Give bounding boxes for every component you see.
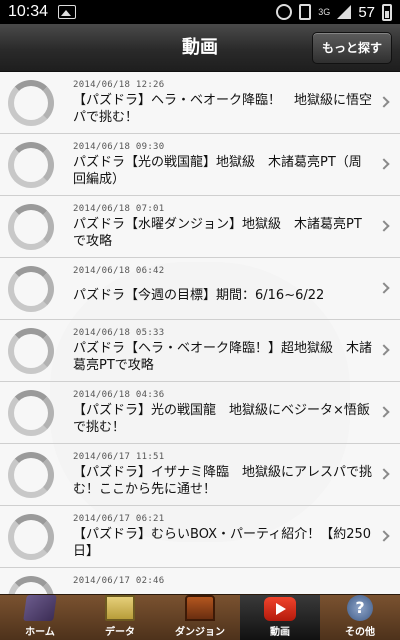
- loading-thumbnail-icon: [8, 142, 54, 188]
- loading-thumbnail-icon: [8, 80, 54, 126]
- loading-thumbnail-icon: [8, 204, 54, 250]
- app-header: 動画 もっと探す: [0, 24, 400, 72]
- more-search-button[interactable]: もっと探す: [311, 32, 392, 64]
- video-title: パズドラ【今週の目標】期間：6/16~6/22: [73, 288, 325, 303]
- chevron-right-icon: [378, 220, 390, 232]
- video-list-item[interactable]: 2014/06/18 05:33 パズドラ【ヘラ・ベオーク降臨！】超地獄級 木諸…: [0, 320, 400, 382]
- network-type-label: 3G: [318, 7, 331, 17]
- bottom-tab-bar: ホーム データ ダンジョン 動画 ? その他: [0, 594, 400, 640]
- chevron-right-icon: [378, 344, 390, 356]
- video-list[interactable]: 2014/06/18 12:26 【パズドラ】ヘラ・ベオーク降臨！ 地獄級に悟空…: [0, 72, 400, 594]
- video-date: 2014/06/18 09:30: [73, 142, 165, 152]
- battery-percent: 57: [358, 3, 375, 21]
- loading-thumbnail-icon: [8, 514, 54, 560]
- video-title: 【パズドラ】イザナミ降臨 地獄級にアレスパで挑む！ここから先に通せ！: [73, 465, 373, 497]
- video-date: 2014/06/18 12:26: [73, 80, 165, 90]
- tab-label: データ: [105, 627, 135, 638]
- tab-data[interactable]: データ: [80, 595, 160, 640]
- chevron-right-icon: [378, 468, 390, 480]
- chevron-right-icon: [378, 530, 390, 542]
- alarm-icon: [276, 4, 293, 20]
- video-list-item[interactable]: 2014/06/18 09:30 パズドラ【光の戦国龍】地獄級 木諸葛亮PT（周…: [0, 134, 400, 196]
- video-title: パズドラ【光の戦国龍】地獄級 木諸葛亮PT（周回編成）: [73, 155, 362, 187]
- video-list-item[interactable]: 2014/06/17 11:51 【パズドラ】イザナミ降臨 地獄級にアレスパで挑…: [0, 444, 400, 506]
- video-title: 【パズドラ】ヘラ・ベオーク降臨！ 地獄級に悟空パで挑む！: [73, 93, 373, 125]
- video-title: パズドラ【水曜ダンジョン】地獄級 木諸葛亮PTで攻略: [73, 217, 362, 249]
- chevron-right-icon: [378, 158, 390, 170]
- loading-thumbnail-icon: [8, 266, 54, 312]
- tab-video[interactable]: 動画: [240, 595, 320, 640]
- signal-icon: [337, 5, 352, 19]
- tab-home[interactable]: ホーム: [0, 595, 80, 640]
- video-date: 2014/06/17 06:21: [73, 514, 165, 524]
- video-title: 【パズドラ】むらいBOX・パーティ紹介！【約250日】: [73, 527, 372, 559]
- loading-thumbnail-icon: [8, 328, 54, 374]
- loading-thumbnail-icon: [8, 390, 54, 436]
- status-time: 10:34: [8, 3, 49, 20]
- video-list-item[interactable]: 2014/06/18 06:42 パズドラ【今週の目標】期間：6/16~6/22: [0, 258, 400, 320]
- video-list-item[interactable]: 2014/06/18 07:01 パズドラ【水曜ダンジョン】地獄級 木諸葛亮PT…: [0, 196, 400, 258]
- video-title: 【パズドラ】光の戦国龍 地獄級にベジータ×悟飯で挑む！: [73, 403, 370, 435]
- chevron-right-icon: [378, 96, 390, 108]
- other-icon: ?: [347, 595, 373, 621]
- battery-icon: [382, 3, 392, 21]
- video-list-item[interactable]: 2014/06/17 06:21 【パズドラ】むらいBOX・パーティ紹介！【約2…: [0, 506, 400, 568]
- video-date: 2014/06/18 04:36: [73, 390, 165, 400]
- chevron-right-icon: [378, 282, 390, 294]
- image-notification-icon: [58, 5, 77, 19]
- video-list-item[interactable]: 2014/06/17 02:46: [0, 568, 400, 594]
- tab-dungeon[interactable]: ダンジョン: [160, 595, 240, 640]
- video-date: 2014/06/17 11:51: [73, 452, 165, 462]
- tab-other[interactable]: ? その他: [320, 595, 400, 640]
- tab-label: その他: [345, 627, 375, 638]
- video-list-item[interactable]: 2014/06/18 04:36 【パズドラ】光の戦国龍 地獄級にベジータ×悟飯…: [0, 382, 400, 444]
- tab-label: ダンジョン: [175, 627, 225, 638]
- video-date: 2014/06/18 05:33: [73, 328, 165, 338]
- tab-label: ホーム: [25, 627, 55, 638]
- status-bar: 10:34 3G 57: [0, 0, 400, 24]
- video-date: 2014/06/18 06:42: [73, 266, 165, 276]
- video-icon: [264, 597, 296, 621]
- video-title: パズドラ【ヘラ・ベオーク降臨！】超地獄級 木諸葛亮PTで攻略: [73, 341, 373, 373]
- vibrate-icon: [299, 4, 312, 20]
- chevron-right-icon: [378, 406, 390, 418]
- status-icons: 3G 57: [276, 3, 392, 21]
- loading-thumbnail-icon: [8, 452, 54, 498]
- dungeon-icon: [185, 595, 215, 621]
- video-date: 2014/06/17 02:46: [73, 576, 165, 586]
- home-icon: [23, 595, 57, 621]
- tab-label: 動画: [270, 627, 290, 638]
- video-date: 2014/06/18 07:01: [73, 204, 165, 214]
- video-list-item[interactable]: 2014/06/18 12:26 【パズドラ】ヘラ・ベオーク降臨！ 地獄級に悟空…: [0, 72, 400, 134]
- data-icon: [105, 595, 135, 621]
- loading-thumbnail-icon: [8, 576, 54, 594]
